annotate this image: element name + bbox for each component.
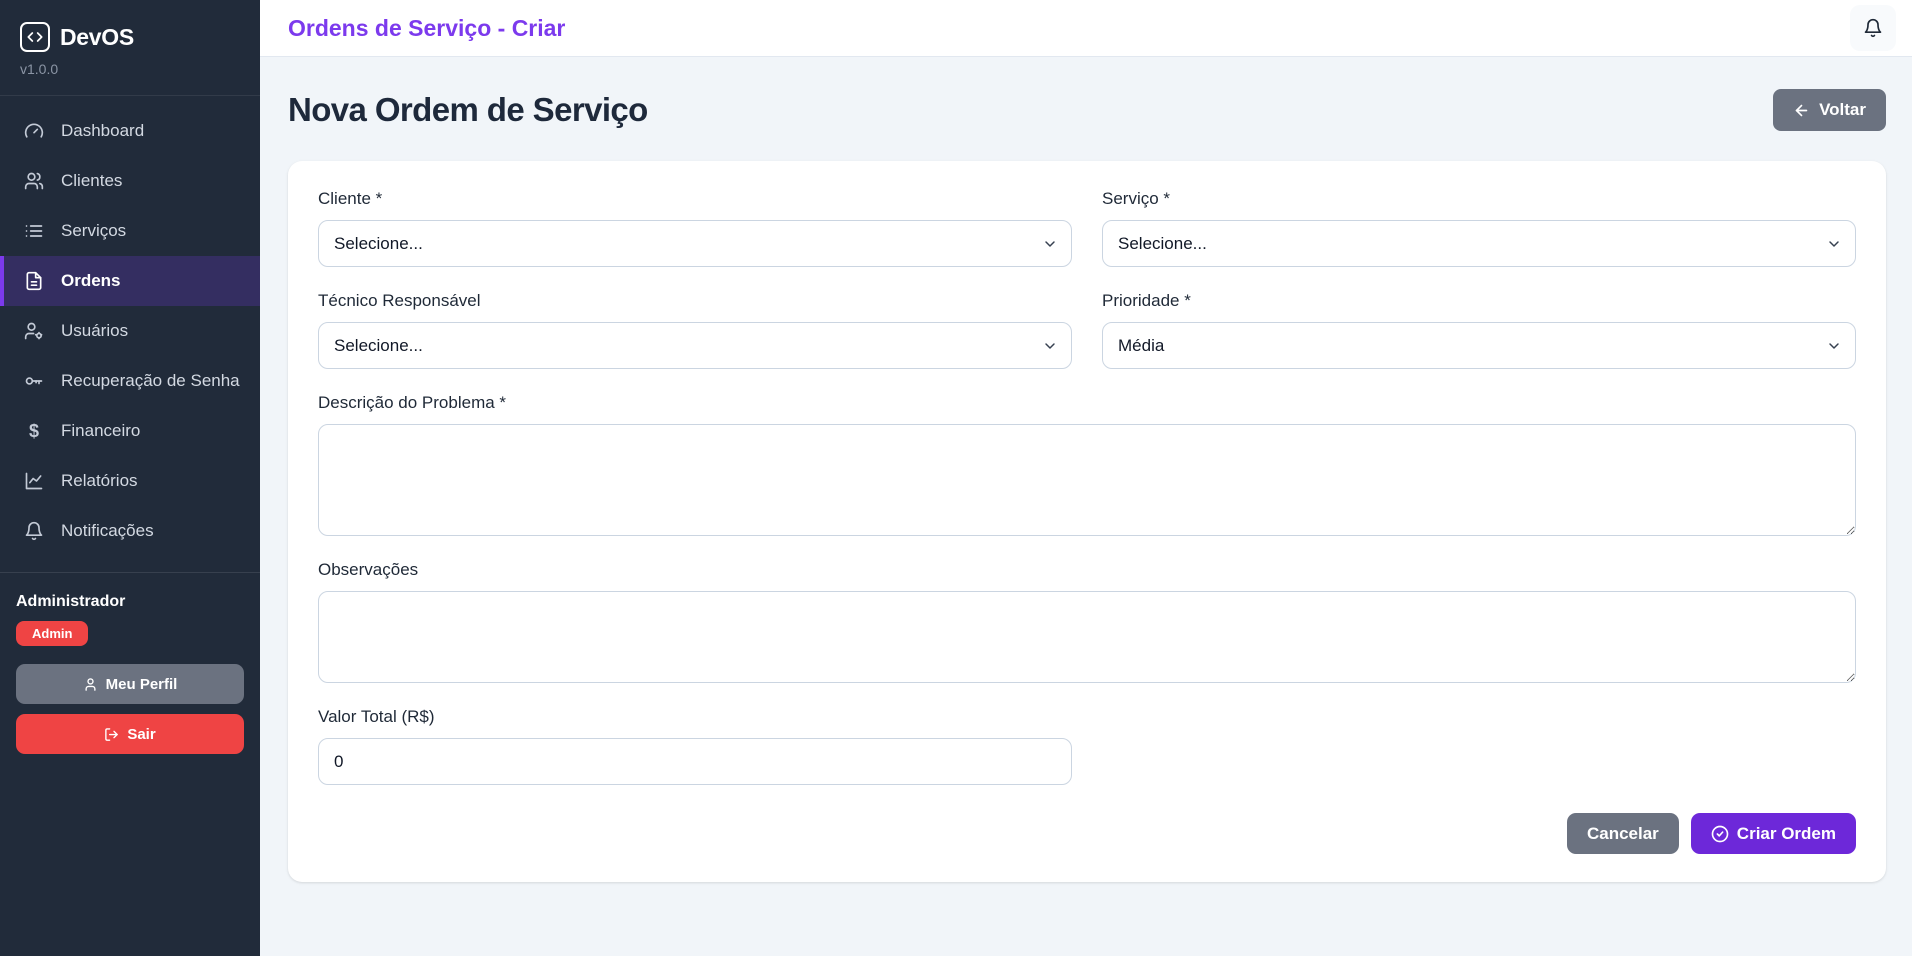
sidebar-item-usuarios[interactable]: Usuários [0,306,260,356]
servico-select[interactable]: Selecione... [1102,220,1856,267]
tecnico-field: Técnico Responsável Selecione... [318,291,1072,369]
cancel-button-label: Cancelar [1587,824,1659,844]
sidebar-item-label: Relatórios [61,471,138,491]
tecnico-label: Técnico Responsável [318,291,1072,311]
valor-field: Valor Total (R$) [318,707,1072,785]
file-icon [24,271,44,291]
cliente-field: Cliente * Selecione... [318,189,1072,267]
sidebar-item-notificacoes[interactable]: Notificações [0,506,260,556]
sidebar-nav: Dashboard Clientes Serviços Ordens Usuár… [0,96,260,556]
sidebar-item-label: Notificações [61,521,154,541]
user-icon [83,677,98,692]
sidebar-item-ordens[interactable]: Ordens [0,256,260,306]
sidebar-item-relatorios[interactable]: Relatórios [0,456,260,506]
profile-button[interactable]: Meu Perfil [16,664,244,704]
new-order-form: Cliente * Selecione... Serviço * [288,161,1886,882]
gauge-icon [24,121,44,141]
dollar-icon: $ [24,422,44,440]
descricao-label: Descrição do Problema * [318,393,1856,413]
role-badge: Admin [16,621,88,646]
valor-input[interactable] [318,738,1072,785]
main-area: Ordens de Serviço - Criar Nova Ordem de … [260,0,1912,956]
sidebar-item-label: Clientes [61,171,122,191]
arrow-left-icon [1793,102,1810,119]
list-icon [24,221,44,241]
sidebar-item-label: Ordens [61,271,121,291]
sidebar-item-label: Recuperação de Senha [61,371,240,391]
sidebar-item-label: Dashboard [61,121,144,141]
create-order-button[interactable]: Criar Ordem [1691,813,1856,854]
page-title: Nova Ordem de Serviço [288,91,648,129]
cliente-label: Cliente * [318,189,1072,209]
prioridade-label: Prioridade * [1102,291,1856,311]
users-icon [24,171,44,191]
cliente-select[interactable]: Selecione... [318,220,1072,267]
sidebar: DevOS v1.0.0 Dashboard Clientes Serviços [0,0,260,956]
back-button[interactable]: Voltar [1773,89,1886,131]
bell-icon [24,521,44,541]
cancel-button[interactable]: Cancelar [1567,813,1679,854]
sidebar-item-label: Usuários [61,321,128,341]
app-logo-block: DevOS v1.0.0 [0,0,260,96]
user-gear-icon [24,321,44,341]
observacoes-label: Observações [318,560,1856,580]
bell-icon [1863,18,1883,38]
check-circle-icon [1711,825,1729,843]
valor-label: Valor Total (R$) [318,707,1072,727]
sidebar-item-financeiro[interactable]: $ Financeiro [0,406,260,456]
user-name: Administrador [16,593,244,611]
servico-field: Serviço * Selecione... [1102,189,1856,267]
logout-button-label: Sair [127,726,155,743]
observacoes-textarea[interactable] [318,591,1856,683]
page-content: Nova Ordem de Serviço Voltar Cliente * S… [260,57,1912,882]
topbar: Ordens de Serviço - Criar [260,0,1912,57]
sidebar-item-dashboard[interactable]: Dashboard [0,106,260,156]
prioridade-select[interactable]: Média [1102,322,1856,369]
sidebar-item-clientes[interactable]: Clientes [0,156,260,206]
prioridade-field: Prioridade * Média [1102,291,1856,369]
sidebar-item-label: Serviços [61,221,126,241]
code-icon [20,22,50,52]
observacoes-field: Observações [318,560,1856,683]
descricao-field: Descrição do Problema * [318,393,1856,536]
key-icon [24,371,44,391]
sidebar-user-section: Administrador Admin Meu Perfil Sair [0,572,260,774]
sidebar-item-label: Financeiro [61,421,140,441]
notifications-button[interactable] [1850,5,1896,51]
line-chart-icon [24,471,44,491]
breadcrumb-title: Ordens de Serviço - Criar [288,15,565,42]
profile-button-label: Meu Perfil [106,676,178,693]
sidebar-item-recuperacao-senha[interactable]: Recuperação de Senha [0,356,260,406]
app-name: DevOS [60,24,134,51]
app-version: v1.0.0 [20,61,240,77]
logout-icon [104,727,119,742]
tecnico-select[interactable]: Selecione... [318,322,1072,369]
sidebar-item-servicos[interactable]: Serviços [0,206,260,256]
logout-button[interactable]: Sair [16,714,244,754]
descricao-textarea[interactable] [318,424,1856,536]
create-order-button-label: Criar Ordem [1737,824,1836,844]
back-button-label: Voltar [1819,100,1866,120]
servico-label: Serviço * [1102,189,1856,209]
